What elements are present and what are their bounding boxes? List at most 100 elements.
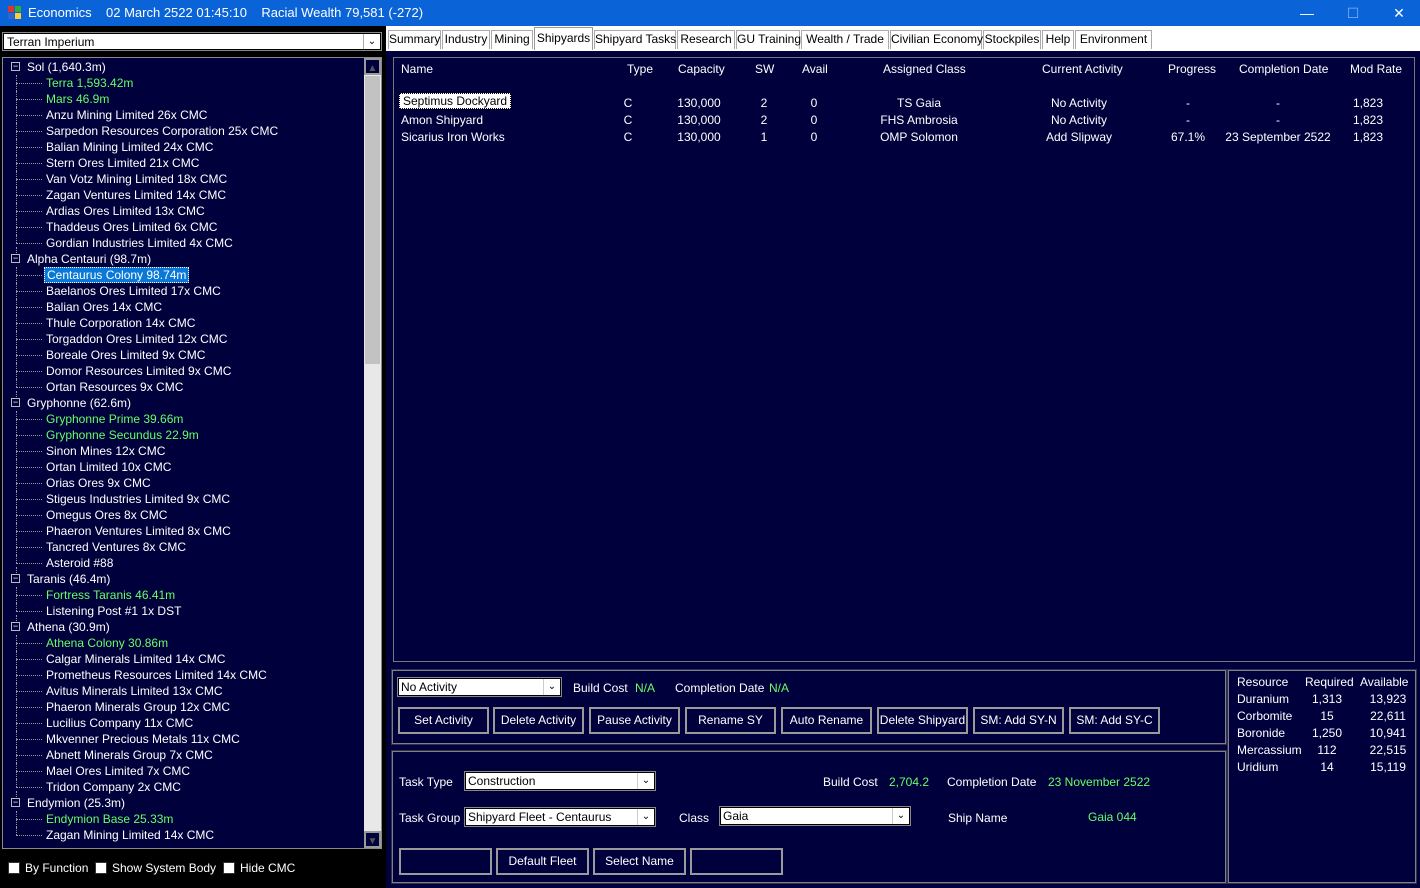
collapse-icon[interactable]: − (11, 622, 20, 631)
tab-civilian-economy[interactable]: Civilian Economy (890, 30, 983, 49)
auto-rename-button[interactable]: Auto Rename (781, 707, 872, 734)
task-group-select[interactable]: Shipyard Fleet - Centaurus ⌄ (464, 807, 656, 827)
tree-item[interactable]: Terra 1,593.42m (44, 75, 135, 91)
tree-item[interactable]: Baelanos Ores Limited 17x CMC (44, 283, 223, 299)
tree-system-node[interactable]: Taranis (46.4m) (25, 571, 112, 587)
col-name-header[interactable]: Name (401, 62, 433, 76)
chevron-down-icon[interactable]: ⌄ (543, 679, 560, 695)
sm-add-sy-n-button[interactable]: SM: Add SY-N (973, 707, 1064, 734)
tab-environment[interactable]: Environment (1075, 30, 1152, 49)
collapse-icon[interactable]: − (11, 398, 20, 407)
tab-gu-training[interactable]: GU Training (736, 30, 801, 49)
tree-item[interactable]: Mars 46.9m (44, 91, 111, 107)
tree-item[interactable]: Gryphonne Prime 39.66m (44, 411, 185, 427)
tree-system-node[interactable]: Sol (1,640.3m) (25, 59, 108, 75)
tree-item[interactable]: Listening Post #1 1x DST (44, 603, 183, 619)
collapse-icon[interactable]: − (11, 254, 20, 263)
tree-item[interactable]: Mael Ores Limited 7x CMC (44, 763, 192, 779)
tree-item[interactable]: Balian Mining Limited 24x CMC (44, 139, 215, 155)
empire-select[interactable]: Terran Imperium ⌄ (2, 32, 382, 51)
col-completion-date-header[interactable]: Completion Date (1239, 62, 1328, 76)
tree-item[interactable]: Anzu Mining Limited 26x CMC (44, 107, 209, 123)
chevron-down-icon[interactable]: ⌄ (637, 773, 654, 789)
activity-select[interactable]: No Activity ⌄ (397, 677, 562, 697)
tree-item[interactable]: Endymion Base 25.33m (44, 811, 175, 827)
sm-add-sy-c-button[interactable]: SM: Add SY-C (1069, 707, 1160, 734)
chevron-down-icon[interactable]: ⌄ (892, 808, 909, 824)
scroll-down-icon[interactable]: ▼ (364, 831, 381, 848)
tab-research[interactable]: Research (677, 30, 735, 49)
tree-item[interactable]: Prometheus Resources Limited 14x CMC (44, 667, 269, 683)
col-capacity-header[interactable]: Capacity (678, 62, 725, 76)
tree-item[interactable]: Lucilius Company 11x CMC (44, 715, 195, 731)
shipyard-cell-name[interactable]: Sicarius Iron Works (401, 130, 505, 144)
tree-item[interactable]: Centaurus Colony 98.74m (44, 267, 190, 283)
tree-item[interactable]: Zagan Ventures Limited 14x CMC (44, 187, 228, 203)
ship-name-value[interactable]: Gaia 044 (1088, 810, 1137, 824)
minimize-button[interactable]: — (1284, 0, 1330, 26)
tab-wealth-trade[interactable]: Wealth / Trade (801, 30, 889, 49)
col-assigned-class-header[interactable]: Assigned Class (883, 62, 966, 76)
tree-system-node[interactable]: Endymion (25.3m) (25, 795, 127, 811)
shipyard-table[interactable]: Name Type Capacity SW Avail Assigned Cla… (393, 57, 1415, 662)
pause-activity-button[interactable]: Pause Activity (589, 707, 680, 734)
collapse-icon[interactable]: − (11, 62, 20, 71)
class-select[interactable]: Gaia ⌄ (719, 806, 911, 826)
tree-item[interactable]: Abnett Minerals Group 7x CMC (44, 747, 215, 763)
col-type-header[interactable]: Type (627, 62, 653, 76)
tree-item[interactable]: Orias Ores 9x CMC (44, 475, 153, 491)
tree-item[interactable]: Avitus Minerals Limited 13x CMC (44, 683, 225, 699)
task-type-select[interactable]: Construction ⌄ (464, 771, 656, 791)
shipyard-cell-name[interactable]: Septimus Dockyard (399, 93, 512, 109)
tree-item[interactable]: Ardias Ores Limited 13x CMC (44, 203, 207, 219)
tree-item[interactable]: Ortan Limited 10x CMC (44, 459, 173, 475)
tree-system-node[interactable]: Athena (30.9m) (25, 619, 112, 635)
shipyard-cell-name[interactable]: Amon Shipyard (401, 113, 483, 127)
tree-item[interactable]: Mkvenner Precious Metals 11x CMC (44, 731, 242, 747)
scroll-up-icon[interactable]: ▲ (364, 58, 381, 75)
tree-item[interactable]: Phaeron Minerals Group 12x CMC (44, 699, 232, 715)
tree-item[interactable]: Phaeron Ventures Limited 8x CMC (44, 523, 233, 539)
checkbox-box[interactable] (223, 862, 235, 874)
col-progress-header[interactable]: Progress (1168, 62, 1216, 76)
default-fleet-button[interactable]: Default Fleet (496, 848, 589, 875)
create-task-button[interactable]: Create Task (399, 848, 492, 875)
tab-summary[interactable]: Summary (388, 30, 441, 49)
refit-details-button[interactable]: Refit Details (690, 848, 783, 875)
tree-system-node[interactable]: Alpha Centauri (98.7m) (25, 251, 153, 267)
tree-item[interactable]: Asteroid #88 (44, 555, 115, 571)
col-mod-rate-header[interactable]: Mod Rate (1350, 62, 1402, 76)
col-current-activity-header[interactable]: Current Activity (1042, 62, 1123, 76)
tree-item[interactable]: Sinon Mines 12x CMC (44, 443, 167, 459)
tree-item[interactable]: Calgar Minerals Limited 14x CMC (44, 651, 227, 667)
tab-shipyard-tasks[interactable]: Shipyard Tasks (594, 30, 676, 49)
tab-help[interactable]: Help (1042, 30, 1074, 49)
tree-item[interactable]: Tancred Ventures 8x CMC (44, 539, 188, 555)
tree-system-node[interactable]: Gryphonne (62.6m) (25, 395, 133, 411)
tree-item[interactable]: Omegus Ores 8x CMC (44, 507, 169, 523)
tab-stockpiles[interactable]: Stockpiles (983, 30, 1041, 49)
tree-item[interactable]: Balian Ores 14x CMC (44, 299, 164, 315)
tree-item[interactable]: Thule Corporation 14x CMC (44, 315, 197, 331)
tree-item[interactable]: Van Votz Mining Limited 18x CMC (44, 171, 229, 187)
tree-item[interactable]: Zagan Mining Limited 14x CMC (44, 827, 216, 843)
chevron-down-icon[interactable]: ⌄ (363, 34, 380, 49)
checkbox-box[interactable] (95, 862, 107, 874)
tree-item[interactable]: Thaddeus Ores Limited 6x CMC (44, 219, 219, 235)
tab-industry[interactable]: Industry (442, 30, 490, 49)
tree-item[interactable]: Sarpedon Resources Corporation 25x CMC (44, 123, 280, 139)
checkbox-box[interactable] (8, 862, 20, 874)
tree-item[interactable]: Athena Colony 30.86m (44, 635, 170, 651)
scroll-thumb[interactable] (365, 76, 380, 364)
tree-scrollbar[interactable]: ▲ ▼ (364, 58, 381, 848)
chevron-down-icon[interactable]: ⌄ (637, 809, 654, 825)
tree-item[interactable]: Torgaddon Ores Limited 12x CMC (44, 331, 229, 347)
maximize-button[interactable]: ☐ (1330, 0, 1376, 26)
delete-shipyard-button[interactable]: Delete Shipyard (877, 707, 968, 734)
tree-item[interactable]: Gordian Industries Limited 4x CMC (44, 235, 235, 251)
select-name-button[interactable]: Select Name (593, 848, 686, 875)
tree-item[interactable]: Stern Ores Limited 21x CMC (44, 155, 201, 171)
tree-item[interactable]: Boreale Ores Limited 9x CMC (44, 347, 207, 363)
tree-item[interactable]: Stigeus Industries Limited 9x CMC (44, 491, 232, 507)
col-avail-header[interactable]: Avail (802, 62, 828, 76)
